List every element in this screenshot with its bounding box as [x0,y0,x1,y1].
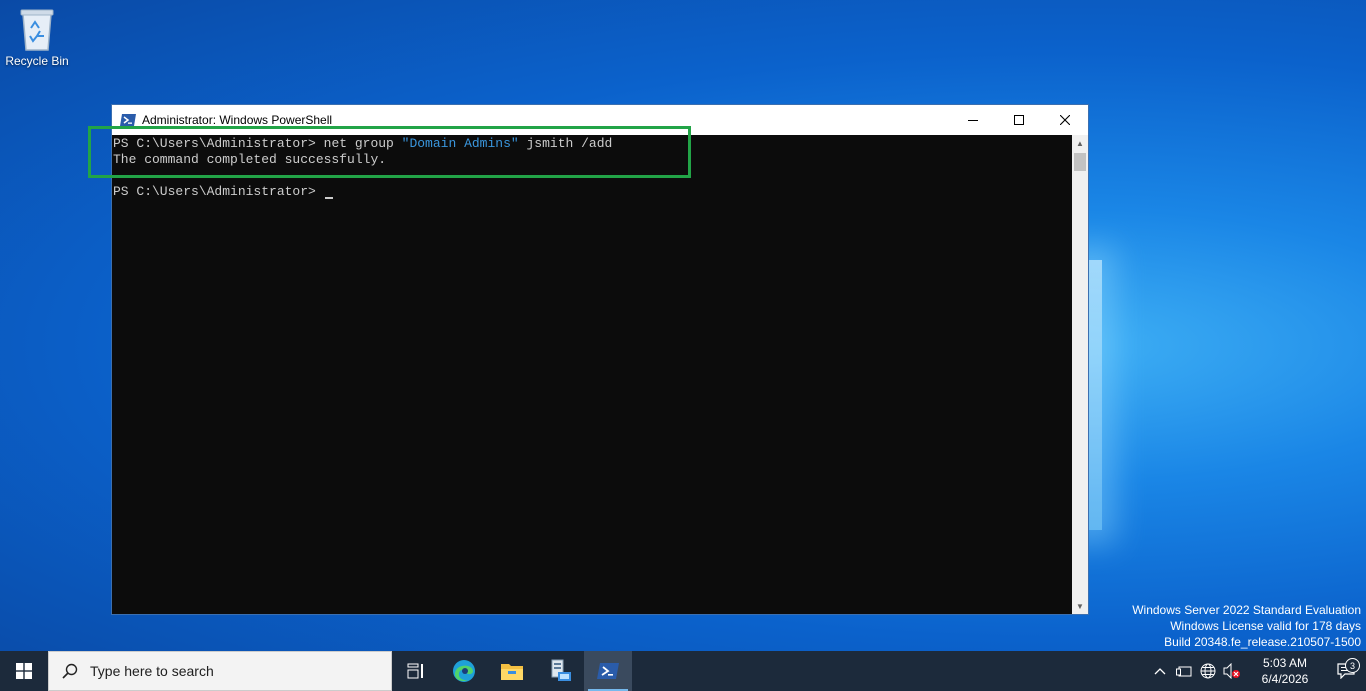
title-bar[interactable]: Administrator: Windows PowerShell [112,105,1088,135]
window-title: Administrator: Windows PowerShell [142,113,333,127]
clock-date: 6/4/2026 [1261,672,1309,686]
task-view-icon [407,663,423,679]
tray-device-button[interactable] [1172,664,1196,678]
recycle-bin-label: Recycle Bin [5,54,69,68]
close-icon [1060,115,1070,125]
search-icon [62,663,78,679]
current-prompt-line[interactable]: PS C:\Users\Administrator> [113,184,1072,200]
start-button[interactable] [0,651,48,691]
command-text-tail: jsmith /add [518,136,613,151]
globe-network-icon [1200,663,1216,679]
maximize-icon [1014,115,1024,125]
notification-count-badge: 3 [1345,658,1360,673]
minimize-icon [968,120,978,121]
taskbar: Type here to search 5:03 AM 6/4/2026 3 [0,651,1366,691]
maximize-button[interactable] [996,105,1042,135]
command-output: The command completed successfully. [113,152,387,167]
watermark-license: Windows License valid for 178 days [1170,619,1361,633]
file-explorer-icon [501,664,523,680]
show-hidden-icons-button[interactable] [1148,667,1172,675]
clock-time: 5:03 AM [1262,656,1308,670]
edge-taskbar-button[interactable] [440,651,488,691]
windows-logo-icon [16,663,32,679]
powershell-taskbar-button[interactable] [584,651,632,691]
server-manager-icon [551,659,571,681]
minimize-button[interactable] [950,105,996,135]
command-line: PS C:\Users\Administrator> net group "Do… [113,136,1072,152]
device-icon [1176,666,1192,677]
scroll-up-button[interactable]: ▲ [1072,135,1088,151]
taskbar-search-box[interactable]: Type here to search [48,651,392,691]
text-cursor [324,197,333,199]
recycle-bin-shortcut[interactable]: Recycle Bin [4,6,70,68]
close-button[interactable] [1042,105,1088,135]
edge-icon [453,660,475,682]
windows-watermark: Windows Server 2022 Standard Evaluation … [1132,602,1361,650]
vertical-scrollbar[interactable]: ▲ ▼ [1072,135,1088,614]
task-view-button[interactable] [392,651,440,691]
powershell-icon [120,114,136,126]
file-explorer-taskbar-button[interactable] [488,651,536,691]
command-string-argument: "Domain Admins" [401,136,519,151]
network-button[interactable] [1196,663,1220,679]
recycle-bin-icon [20,9,54,51]
console-area[interactable]: PS C:\Users\Administrator> net group "Do… [112,135,1072,614]
server-manager-taskbar-button[interactable] [536,651,584,691]
volume-muted-icon [1223,663,1240,679]
powershell-icon [597,663,619,679]
prompt: PS C:\Users\Administrator> [113,136,324,151]
watermark-edition: Windows Server 2022 Standard Evaluation [1132,603,1361,617]
watermark-build: Build 20348.fe_release.210507-1500 [1164,635,1361,649]
chevron-up-icon [1154,668,1166,675]
volume-button[interactable] [1220,663,1244,679]
command-text: net group [323,136,402,151]
powershell-window[interactable]: Administrator: Windows PowerShell PS C:\… [111,104,1089,615]
scroll-thumb[interactable] [1074,153,1086,171]
search-placeholder: Type here to search [90,663,214,679]
taskbar-clock[interactable]: 5:03 AM 6/4/2026 [1250,655,1320,687]
prompt: PS C:\Users\Administrator> [113,184,324,199]
system-tray: 5:03 AM 6/4/2026 3 [1148,651,1366,691]
scroll-down-button[interactable]: ▼ [1072,598,1088,614]
action-center-button[interactable]: 3 [1326,658,1366,679]
